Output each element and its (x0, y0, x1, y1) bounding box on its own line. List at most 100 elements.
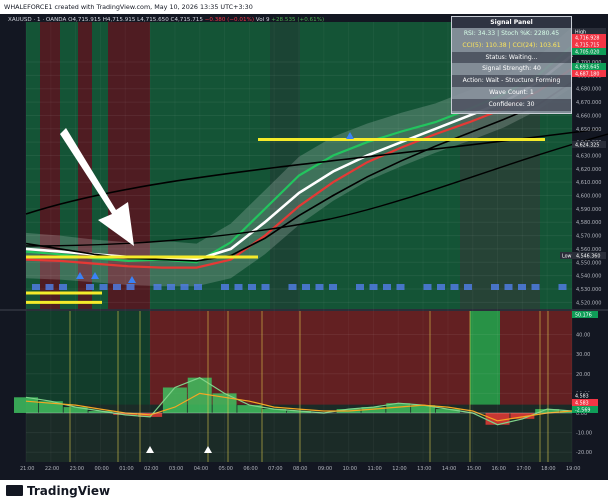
pivot-marker-6 (113, 284, 121, 290)
x-tick-label-18: 15:00 (467, 466, 481, 472)
y-tick-label-osc-5: -10.00 (576, 431, 592, 437)
x-tick-label-4: 01:00 (119, 466, 133, 472)
confidence-readout: Confidence: 30 (452, 98, 571, 111)
x-tick-label-9: 06:00 (243, 466, 257, 472)
x-tick-label-22: 19:00 (566, 466, 580, 472)
pivot-marker-25 (369, 284, 378, 290)
y-tick-label-main-17: 4,530.000 (576, 287, 601, 293)
pivot-marker-16 (248, 284, 256, 290)
y-tick-label-main-13: 4,570.000 (576, 234, 601, 240)
y-tick-label-main-5: 4,650.000 (576, 127, 601, 133)
x-tick-label-10: 07:00 (268, 466, 282, 472)
pivot-marker-39 (558, 284, 567, 290)
pivot-marker-24 (356, 284, 364, 290)
x-tick-label-14: 11:00 (367, 466, 381, 472)
x-tick-label-16: 13:00 (417, 466, 431, 472)
legend-change: −0.380 (−0.01%) (204, 17, 255, 23)
y-tick-label-main-2: 4,680.000 (576, 87, 601, 93)
osc-zone-0 (26, 311, 150, 405)
pivot-marker-15 (234, 284, 243, 290)
osc-tag-2: 4.583 (575, 401, 589, 407)
legend-ohlc: O4,715.915 H4,715.915 L4,715.650 C4,715.… (68, 17, 203, 23)
price-tag-1: 4,716.928 (575, 36, 599, 42)
pivot-marker-22 (329, 284, 337, 290)
x-tick-label-19: 16:00 (492, 466, 506, 472)
pivot-marker-12 (194, 284, 202, 290)
chart-caption: WHALEFORCE1 created with TradingView.com… (0, 0, 608, 14)
wave-count-readout: Wave Count: 1 (489, 88, 534, 96)
osc-tag-1: 4.583 (575, 394, 589, 400)
x-tick-label-12: 09:00 (318, 466, 332, 472)
price-tag-5: 4,687.180 (575, 72, 599, 78)
y-tick-label-main-11: 4,590.000 (576, 207, 601, 213)
pivot-marker-27 (396, 284, 405, 290)
x-tick-label-6: 03:00 (169, 466, 183, 472)
pivot-marker-34 (491, 284, 499, 290)
legend-extra: +28.535 (+0.61%) (271, 17, 325, 23)
price-tag-3: 4,705.020 (575, 50, 599, 56)
pivot-marker-5 (99, 284, 108, 290)
pivot-marker-30 (437, 284, 445, 290)
x-tick-label-3: 00:00 (94, 466, 108, 472)
strength-readout: Signal Strength: 40 (482, 65, 541, 73)
pivot-marker-32 (464, 284, 472, 290)
pivot-marker-36 (518, 284, 526, 290)
y-tick-label-osc-0: 40.00 (576, 333, 590, 339)
tv-logo-icon (6, 485, 23, 496)
pivot-marker-35 (504, 284, 513, 290)
pivot-marker-4 (86, 284, 94, 290)
tradingview-logo: TradingView (6, 484, 110, 498)
pivot-marker-10 (167, 284, 175, 290)
pivot-marker-17 (261, 284, 270, 290)
y-tick-label-main-15: 4,550.000 (576, 260, 601, 266)
x-tick-label-11: 08:00 (293, 466, 307, 472)
x-tick-label-1: 22:00 (45, 466, 59, 472)
pivot-marker-7 (126, 284, 135, 290)
osc-zone-2 (300, 311, 470, 405)
status-readout: Status: Waiting... (452, 51, 571, 64)
x-tick-label-8: 05:00 (219, 466, 233, 472)
signal-panel-title: Signal Panel (452, 17, 571, 28)
osc-tag-3: -2.569 (575, 408, 590, 414)
x-tick-label-21: 18:00 (541, 466, 555, 472)
low-value: 4,546.360 (576, 254, 600, 260)
legend-volume: Vol 9 (255, 17, 270, 23)
action-readout: Action: Wait - Structure Forming (452, 75, 571, 87)
pivot-marker-0 (32, 284, 40, 290)
cci-readout: CCI(5): 110.38 | CCI(24): 103.61 (462, 41, 561, 49)
pivot-marker-14 (221, 284, 229, 290)
pivot-marker-37 (531, 284, 540, 290)
symbol-legend: XAUUSD · 1 · OANDA O4,715.915 H4,715.915… (8, 17, 324, 23)
x-tick-label-0: 21:00 (20, 466, 34, 472)
y-tick-label-main-3: 4,670.000 (576, 100, 601, 106)
price-tag-2: 4,715.715 (575, 43, 599, 49)
osc-zone-4 (500, 311, 572, 405)
legend-symbol: XAUUSD · 1 · OANDA (8, 17, 67, 23)
y-tick-label-osc-2: 20.00 (576, 372, 590, 378)
y-tick-label-main-10: 4,600.000 (576, 194, 601, 200)
y-tick-label-osc-6: -20.00 (576, 450, 592, 456)
x-tick-label-15: 12:00 (392, 466, 406, 472)
y-tick-label-main-9: 4,610.000 (576, 180, 601, 186)
y-tick-label-main-12: 4,580.000 (576, 220, 601, 226)
x-tick-label-5: 02:00 (144, 466, 158, 472)
pivot-marker-31 (450, 284, 459, 290)
osc-zone-3 (470, 311, 500, 405)
y-tick-label-main-8: 4,620.000 (576, 167, 601, 173)
y-tick-label-main-18: 4,520.000 (576, 300, 601, 306)
x-tick-label-17: 14:00 (442, 466, 456, 472)
low-tag: Low (562, 254, 572, 260)
y-tick-label-main-7: 4,630.000 (576, 153, 601, 159)
pivot-marker-29 (423, 284, 432, 290)
pivot-marker-1 (45, 284, 54, 290)
price-tag-4: 4,693.645 (575, 65, 599, 71)
pivot-marker-19 (288, 284, 297, 290)
x-tick-label-13: 10:00 (343, 466, 357, 472)
y-tick-label-main-4: 4,660.000 (576, 113, 601, 119)
pivot-marker-21 (315, 284, 324, 290)
pivot-marker-9 (153, 284, 162, 290)
rsi-readout: RSI: 34.33 | Stoch %K: 2280.45 (463, 30, 560, 37)
signal-panel: Signal Panel RSI: 34.33 | Stoch %K: 2280… (451, 16, 572, 114)
price-tag-6: 4,624.325 (575, 143, 599, 149)
y-tick-label-osc-1: 30.00 (576, 352, 590, 358)
